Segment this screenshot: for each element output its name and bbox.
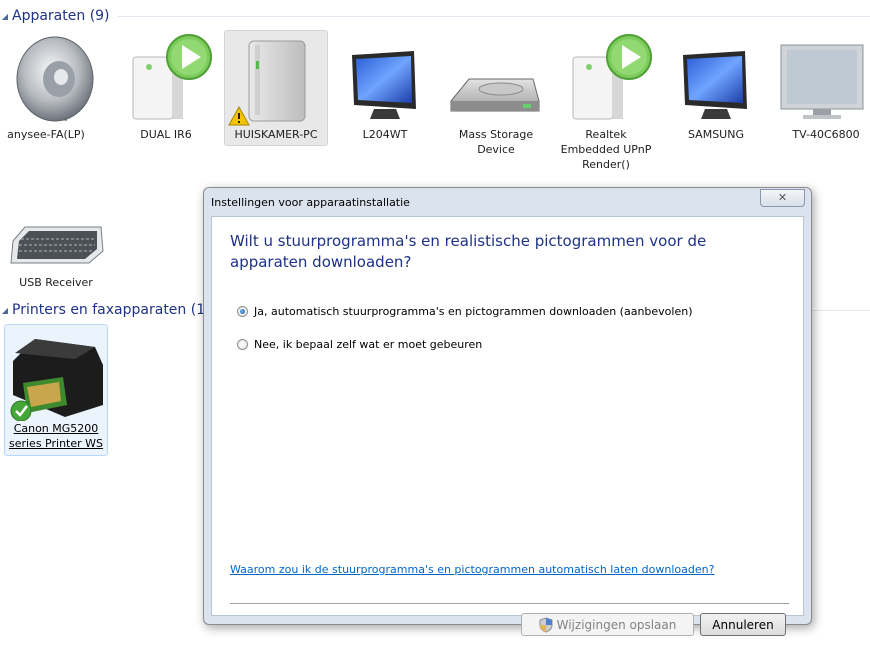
speaker-icon (16, 36, 94, 122)
option-label: Nee, ik bepaal zelf wat er moet gebeuren (254, 338, 483, 351)
divider (230, 603, 789, 604)
collapse-chevron-icon[interactable]: ◢ (0, 306, 10, 315)
device-label: L204WT (362, 128, 408, 141)
dialog-content: Wilt u stuurprogramma's en realistische … (211, 216, 804, 636)
device-label: SAMSUNG (688, 128, 744, 141)
device-dual-ir6[interactable]: DUAL IR6 (114, 30, 218, 143)
device-realtek[interactable]: Realtek Embedded UPnP Render() (554, 30, 658, 173)
group-title: Printers en faxapparaten (1) (12, 302, 211, 318)
close-icon: ✕ (777, 191, 788, 204)
device-canon-printer[interactable]: Canon MG5200 series Printer WS (4, 324, 108, 456)
radio-button[interactable] (237, 339, 248, 350)
device-label: HUISKAMER-PC (234, 128, 318, 141)
device-huiskamer-pc[interactable]: HUISKAMER-PC (224, 30, 328, 146)
monitor-icon (352, 51, 416, 119)
divider (117, 15, 870, 17)
pc-tower-icon (228, 40, 306, 126)
close-button[interactable]: ✕ (760, 189, 805, 207)
dialog-titlebar[interactable]: Instellingen voor apparaatinstallatie ✕ (204, 188, 811, 216)
radio-button-checked[interactable] (237, 306, 248, 317)
device-label: Canon MG5200 series Printer WS (8, 422, 104, 450)
device-label: DUAL IR6 (140, 128, 192, 141)
dialog-question: Wilt u stuurprogramma's en realistische … (230, 232, 707, 271)
option-automatic[interactable]: Ja, automatisch stuurprogramma's en pict… (237, 305, 693, 318)
device-samsung[interactable]: SAMSUNG (664, 30, 768, 143)
uac-shield-icon (539, 616, 553, 633)
media-server-icon (132, 34, 212, 120)
save-button-label: Wijzigingen opslaan (556, 617, 677, 632)
device-tv[interactable]: TV-40C6800 (774, 30, 870, 143)
cancel-button-label: Annuleren (712, 617, 774, 632)
tv-icon (780, 44, 864, 119)
storage-drive-icon (450, 78, 540, 112)
keyboard-icon (10, 226, 104, 264)
media-server-icon (572, 34, 652, 120)
save-changes-button[interactable]: Wijzigingen opslaan (521, 613, 694, 636)
printer-icon (10, 339, 103, 421)
device-installation-settings-dialog: Instellingen voor apparaatinstallatie ✕ … (203, 187, 812, 636)
monitor-icon (683, 51, 747, 119)
group-header-devices[interactable]: ◢ Apparaten (9) (0, 5, 870, 27)
collapse-chevron-icon[interactable]: ◢ (0, 12, 10, 21)
device-label: Realtek Embedded UPnP Render() (560, 128, 652, 171)
option-manual[interactable]: Nee, ik bepaal zelf wat er moet gebeuren (237, 338, 482, 351)
help-link[interactable]: Waarom zou ik de stuurprogramma's en pic… (230, 563, 714, 576)
dialog-title: Instellingen voor apparaatinstallatie (211, 196, 410, 209)
group-title: Apparaten (9) (12, 8, 110, 24)
device-label: anysee-FA(LP) (7, 128, 85, 141)
device-anysee[interactable]: anysee-FA(LP) (0, 30, 98, 143)
device-l204wt[interactable]: L204WT (333, 30, 437, 143)
cancel-button[interactable]: Annuleren (700, 613, 786, 636)
device-label: TV-40C6800 (792, 128, 860, 141)
option-label: Ja, automatisch stuurprogramma's en pict… (254, 305, 693, 318)
device-usb-receiver[interactable]: USB Receiver (4, 178, 108, 291)
device-label: Mass Storage Device (458, 128, 534, 156)
device-mass-storage[interactable]: Mass Storage Device (444, 30, 548, 158)
device-label: USB Receiver (19, 276, 93, 289)
